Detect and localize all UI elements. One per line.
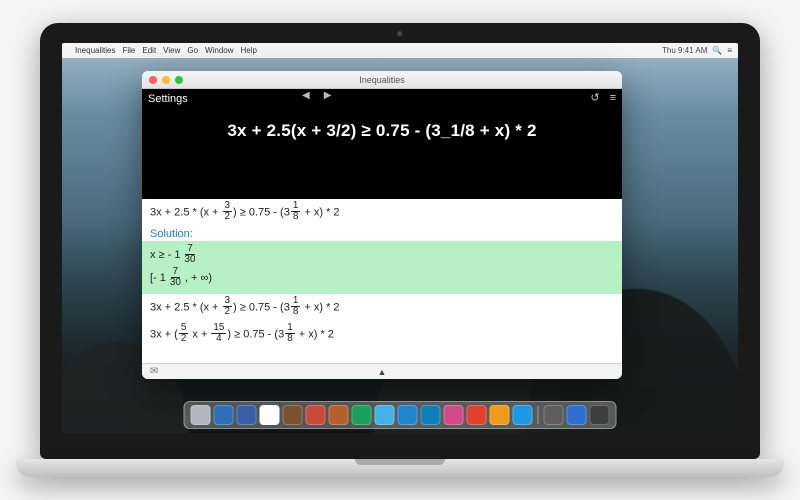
notification-center-icon[interactable]: ≡ [727,46,732,55]
window-footer: ✉ ▲ [142,363,622,379]
spotlight-icon[interactable]: 🔍 [712,46,722,55]
minimize-button[interactable] [162,76,170,84]
menubar-status: Thu 9:41 AM 🔍 ≡ [662,46,732,55]
undo-icon[interactable]: ↺ [590,91,599,104]
dock-app-0[interactable] [191,405,211,425]
menu-view[interactable]: View [163,46,180,55]
desktop: Inequalities File Edit View Go Window He… [62,43,738,433]
settings-button[interactable]: Settings [148,93,188,105]
equation-display: 3x + 2.5(x + 3/2) ≥ 0.75 - (3_1/8 + x) *… [142,121,622,141]
menu-go[interactable]: Go [187,46,198,55]
laptop-base [16,459,784,477]
laptop-frame: Inequalities File Edit View Go Window He… [40,23,760,477]
dock-app-14[interactable] [513,405,533,425]
menu-app[interactable]: Inequalities [75,46,115,55]
menu-file[interactable]: File [122,46,135,55]
dock-app-11[interactable] [444,405,464,425]
solution-inequality: x ≥ - 1730 [150,244,614,267]
dock-app-4[interactable] [283,405,303,425]
menu-window[interactable]: Window [205,46,233,55]
dock-app-6[interactable] [329,405,349,425]
equation-display-panel: Settings ◀ ▶ ↺ ≡ 3x + 2.5(x + 3/2) ≥ 0.7… [142,89,622,199]
solution-interval: [- 1730, + ∞) [150,267,614,290]
dock-app-3[interactable] [260,405,280,425]
menu-help[interactable]: Help [241,46,257,55]
hamburger-menu-icon[interactable]: ≡ [610,92,616,104]
step-repeat: 3x + 2.5 * (x + 32) ≥ 0.75 - (318 + x) *… [142,294,622,321]
expand-up-icon[interactable]: ▲ [378,367,387,377]
dock-separator [538,406,539,424]
dock-app-12[interactable] [467,405,487,425]
clock: Thu 9:41 AM [662,46,707,55]
dock [184,401,617,429]
dock-app-10[interactable] [421,405,441,425]
mail-icon[interactable]: ✉ [150,366,158,377]
forward-icon[interactable]: ▶ [324,90,332,101]
solution-label: Solution: [142,226,622,241]
dock-app-5[interactable] [306,405,326,425]
dock-app-1[interactable] [214,405,234,425]
solution-steps-area[interactable]: 3x + 2.5 * (x + 32) ≥ 0.75 - (318 + x) *… [142,199,622,363]
dock-app-9[interactable] [398,405,418,425]
zoom-button[interactable] [175,76,183,84]
solution-block: x ≥ - 1730 [- 1730, + ∞) [142,241,622,295]
menu-edit[interactable]: Edit [142,46,156,55]
window-title: Inequalities [142,75,622,85]
dock-app-16[interactable] [567,405,587,425]
back-icon[interactable]: ◀ [302,90,310,101]
dock-app-15[interactable] [544,405,564,425]
dock-app-7[interactable] [352,405,372,425]
window-titlebar[interactable]: Inequalities [142,71,622,89]
screen-bezel: Inequalities File Edit View Go Window He… [40,23,760,459]
mac-menubar: Inequalities File Edit View Go Window He… [62,43,738,58]
step-input: 3x + 2.5 * (x + 32) ≥ 0.75 - (318 + x) *… [142,199,622,226]
traffic-lights [149,76,183,84]
step-expand: 3x + (52 x + 154) ≥ 0.75 - (318 + x) * 2 [142,321,622,348]
dock-app-2[interactable] [237,405,257,425]
camera [397,31,403,37]
dock-app-8[interactable] [375,405,395,425]
app-toolbar: Settings ◀ ▶ ↺ ≡ [142,89,622,109]
dock-app-17[interactable] [590,405,610,425]
close-button[interactable] [149,76,157,84]
inequalities-window: Inequalities Settings ◀ ▶ ↺ ≡ [142,71,622,379]
dock-app-13[interactable] [490,405,510,425]
